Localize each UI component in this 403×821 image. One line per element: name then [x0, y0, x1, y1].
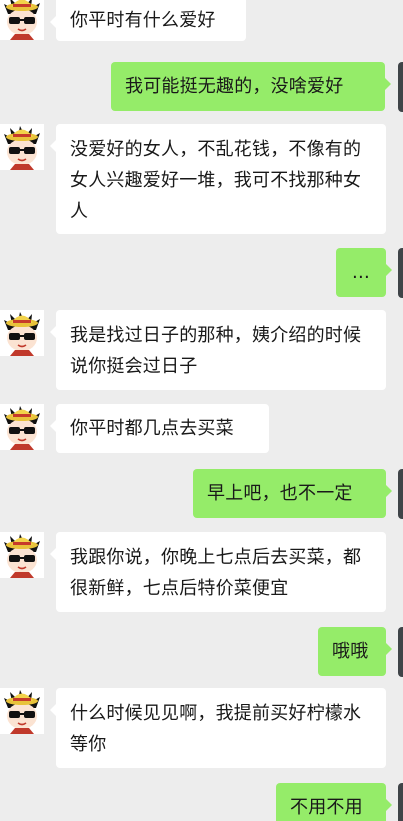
my-avatar-icon[interactable]	[398, 783, 403, 821]
my-avatar-icon[interactable]	[398, 62, 403, 112]
outgoing-message-bubble[interactable]: …	[336, 248, 392, 297]
outgoing-message-bubble[interactable]: 我可能挺无趣的，没啥爱好	[111, 62, 391, 111]
incoming-message-bubble[interactable]: 我跟你说，你晚上七点后去买菜，都很新鲜，七点后特价菜便宜	[50, 532, 386, 612]
incoming-message-bubble[interactable]: 你平时有什么爱好	[50, 0, 246, 41]
my-avatar-icon[interactable]	[398, 248, 403, 298]
incoming-message-bubble[interactable]: 你平时都几点去买菜	[50, 404, 269, 453]
outgoing-message-bubble[interactable]: 不用不用	[276, 783, 392, 821]
contact-avatar-icon[interactable]	[0, 532, 44, 578]
outgoing-message-bubble[interactable]: 哦哦	[318, 627, 392, 676]
contact-avatar-icon[interactable]	[0, 310, 44, 356]
contact-avatar-icon[interactable]	[0, 404, 44, 450]
my-avatar-icon[interactable]	[398, 469, 403, 519]
incoming-message-bubble[interactable]: 没爱好的女人，不乱花钱，不像有的女人兴趣爱好一堆，我可不找那种女人	[50, 124, 386, 234]
incoming-message-bubble[interactable]: 什么时候见见啊，我提前买好柠檬水等你	[50, 688, 386, 768]
contact-avatar-icon[interactable]	[0, 124, 44, 170]
chat-window: 你平时有什么爱好 我可能挺无趣的，没啥爱好 没爱好的女人，不乱花钱，不像有的女人…	[0, 0, 403, 821]
incoming-message-bubble[interactable]: 我是找过日子的那种，姨介绍的时候说你挺会过日子	[50, 310, 386, 390]
my-avatar-icon[interactable]	[398, 627, 403, 677]
outgoing-message-bubble[interactable]: 早上吧，也不一定	[193, 469, 392, 518]
contact-avatar-icon[interactable]	[0, 0, 44, 40]
contact-avatar-icon[interactable]	[0, 688, 44, 734]
